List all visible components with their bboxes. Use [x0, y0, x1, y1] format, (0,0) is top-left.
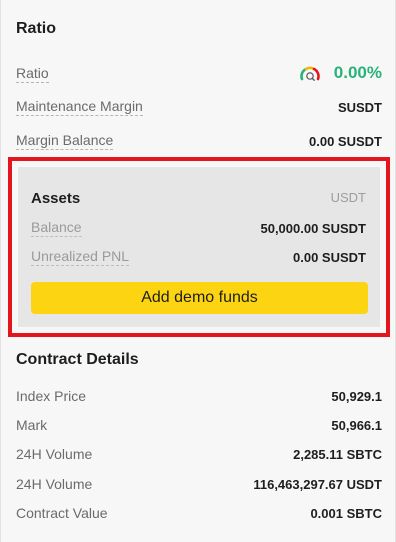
add-demo-funds-button[interactable]: Add demo funds: [31, 282, 368, 314]
assets-currency: USDT: [330, 190, 366, 205]
contract-value-value: 0.001 SBTC: [310, 506, 382, 521]
index-price-label: Index Price: [16, 388, 87, 404]
assets-card: Assets USDT Balance 50,000.00 SUSDT Unre…: [18, 167, 380, 327]
ratio-label[interactable]: Ratio: [16, 65, 49, 83]
volume-quote-value: 116,463,297.67 USDT: [253, 477, 382, 492]
margin-balance-value: 0.00 SUSDT: [309, 134, 382, 149]
gauge-icon: [299, 64, 321, 84]
contract-info-panel: Ratio Ratio 0.00% Maintenance Margin SUS…: [0, 0, 396, 542]
index-price-value: 50,929.1: [331, 389, 382, 404]
ratio-section-title: Ratio: [16, 20, 56, 37]
volume-base-value: 2,285.11 SBTC: [293, 447, 382, 462]
contract-details-title: Contract Details: [16, 351, 139, 368]
maintenance-margin-value: SUSDT: [337, 100, 382, 115]
assets-title: Assets: [31, 190, 81, 207]
assets-highlight-box: Assets USDT Balance 50,000.00 SUSDT Unre…: [8, 157, 390, 337]
unrealized-pnl-value: 0.00 SUSDT: [293, 250, 366, 265]
maintenance-margin-label[interactable]: Maintenance Margin: [16, 98, 143, 116]
balance-label[interactable]: Balance: [31, 219, 82, 237]
ratio-value: 0.00%: [333, 63, 382, 82]
mark-price-label: Mark: [16, 417, 48, 433]
contract-value-label: Contract Value: [16, 505, 108, 521]
volume-base-label: 24H Volume: [16, 446, 93, 462]
unrealized-pnl-label[interactable]: Unrealized PNL: [31, 248, 130, 266]
balance-value: 50,000.00 SUSDT: [260, 221, 366, 236]
volume-quote-label: 24H Volume: [16, 476, 93, 492]
margin-balance-label[interactable]: Margin Balance: [16, 132, 114, 150]
mark-price-value: 50,966.1: [331, 418, 382, 433]
